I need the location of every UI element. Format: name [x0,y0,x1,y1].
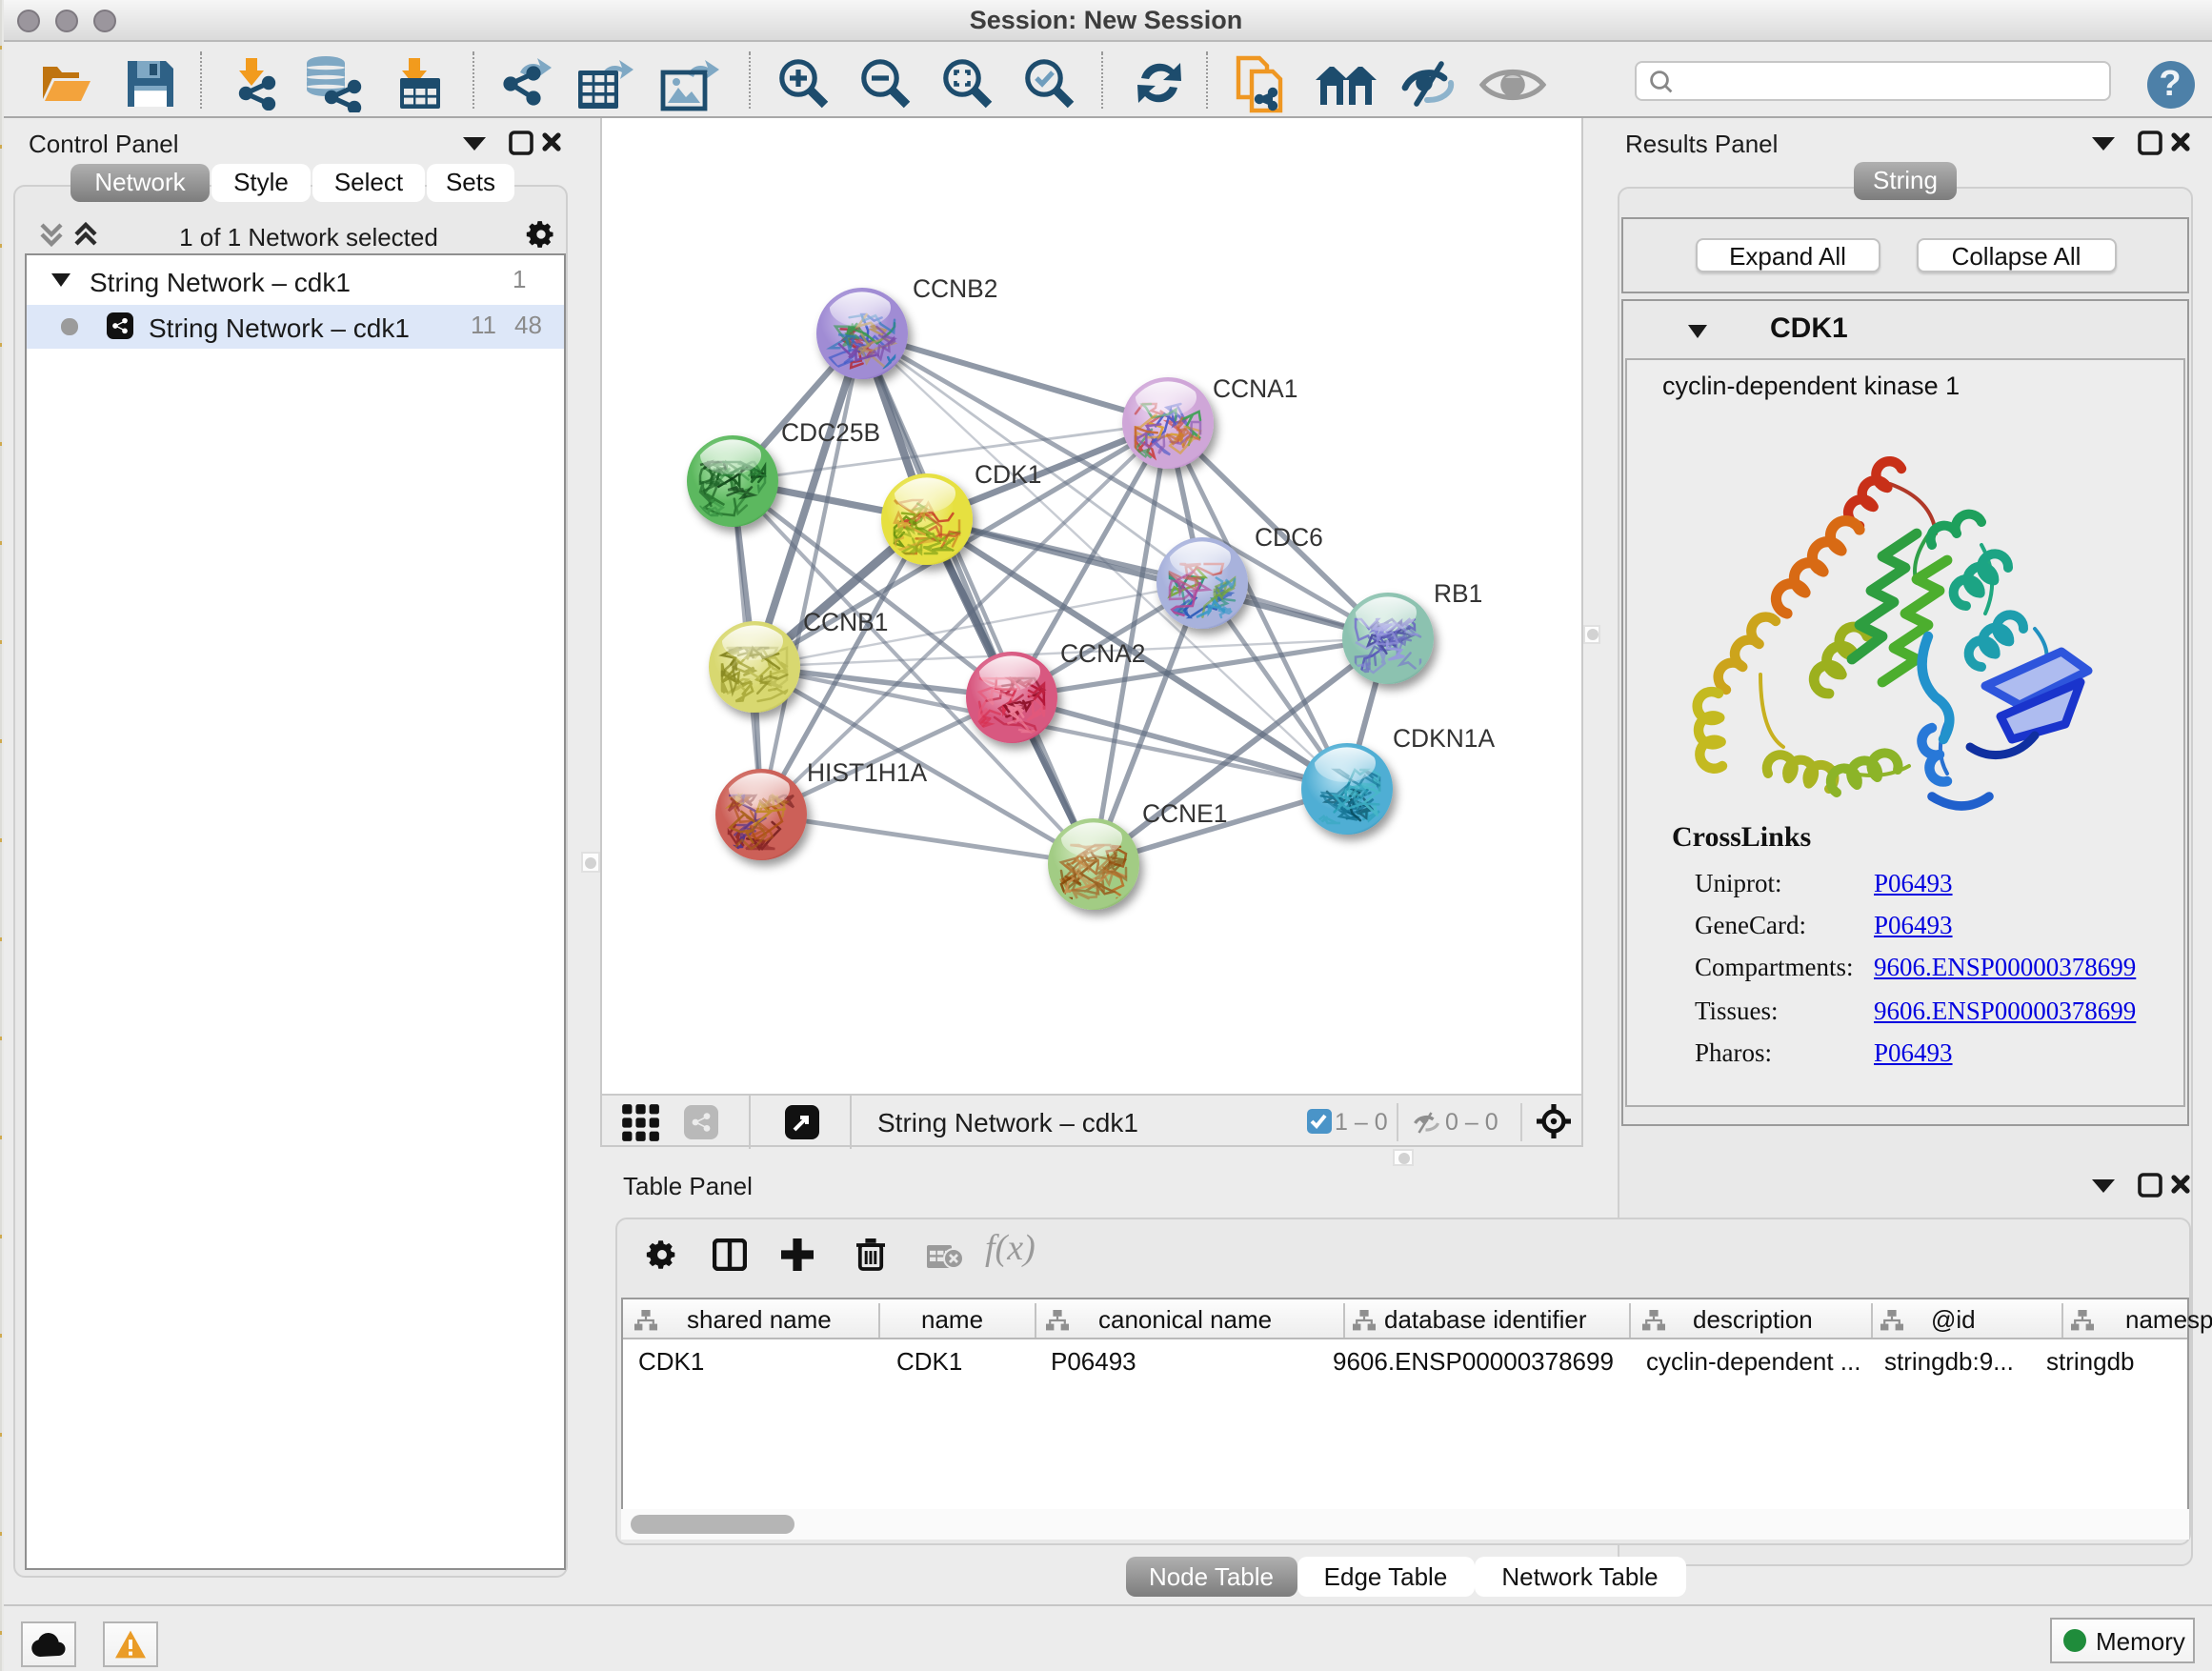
svg-text:CDC6: CDC6 [1254,523,1322,552]
svg-text:CCNE1: CCNE1 [1141,799,1226,828]
svg-text:RB1: RB1 [1433,579,1481,608]
svg-text:CDC25B: CDC25B [780,418,879,447]
svg-text:CCNA2: CCNA2 [1059,639,1144,668]
svg-text:CCNB1: CCNB1 [802,608,887,636]
svg-text:CDK1: CDK1 [974,460,1040,489]
svg-text:CCNA1: CCNA1 [1212,374,1297,403]
svg-text:CCNB2: CCNB2 [912,274,996,303]
svg-text:CDKN1A: CDKN1A [1392,724,1494,753]
svg-text:HIST1H1A: HIST1H1A [806,758,927,787]
